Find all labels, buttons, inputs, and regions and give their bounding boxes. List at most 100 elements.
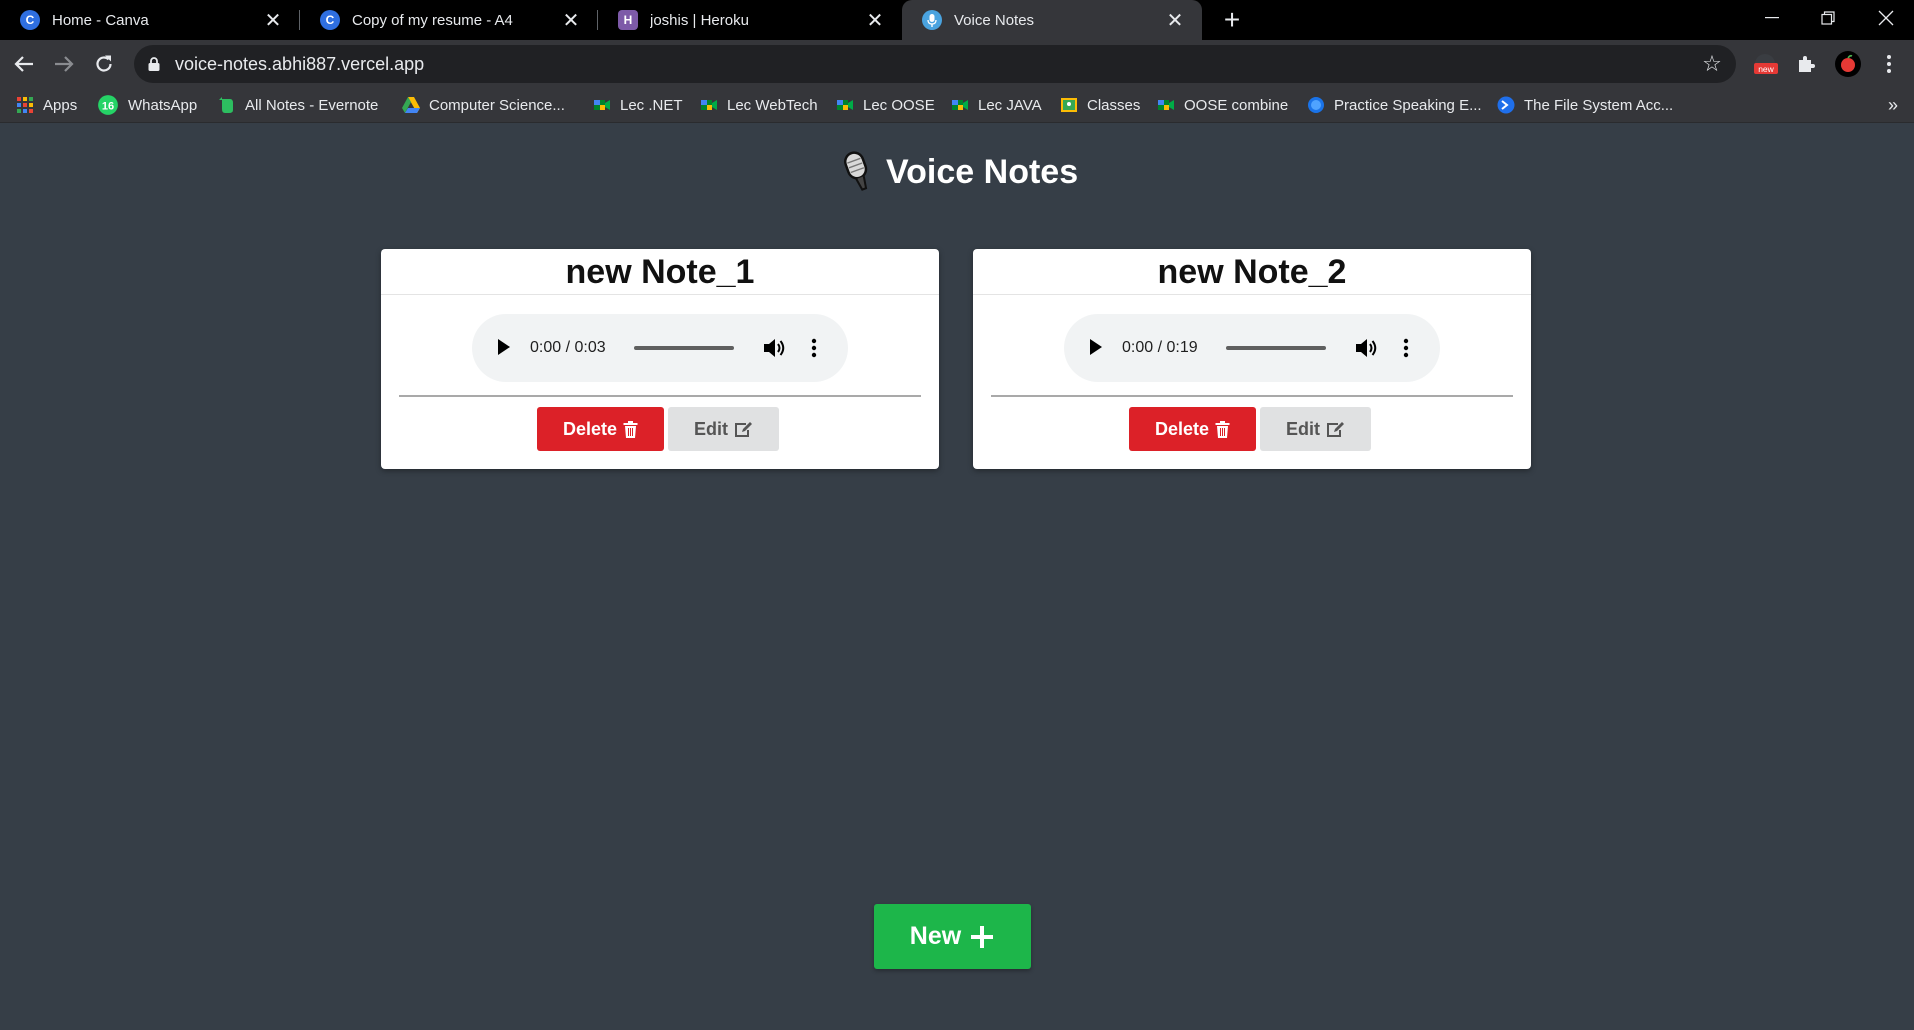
whatsapp-icon: 16 — [98, 95, 118, 115]
new-tab-plus-icon[interactable]: + — [1216, 4, 1248, 36]
play-icon[interactable] — [1090, 339, 1102, 355]
bookmark-label: The File System Acc... — [1524, 96, 1674, 114]
audio-time: 0:00 / 0:19 — [1122, 339, 1198, 356]
bookmark-lec-net[interactable]: Lec .NET — [593, 87, 683, 123]
edit-button[interactable]: Edit — [668, 407, 779, 451]
apps-grid-icon — [17, 97, 33, 113]
tab-home-canva[interactable]: C Home - Canva ✕ — [0, 0, 300, 40]
tab-title: Copy of my resume - A4 — [352, 11, 513, 29]
bookmark-computer-science[interactable]: Computer Science... — [402, 87, 565, 123]
bookmark-oose-combine[interactable]: OOSE combine — [1157, 87, 1288, 123]
trash-icon — [1215, 420, 1230, 438]
bookmark-label: All Notes - Evernote — [245, 96, 379, 114]
delete-button[interactable]: Delete — [537, 407, 664, 451]
close-icon[interactable]: ✕ — [862, 7, 888, 33]
microphone-icon — [843, 151, 868, 191]
extensions-puzzle-icon[interactable] — [1790, 48, 1822, 80]
bookmark-label: Lec WebTech — [727, 96, 818, 114]
edit-button[interactable]: Edit — [1260, 407, 1371, 451]
google-meet-icon — [837, 100, 853, 110]
profile-avatar[interactable] — [1832, 48, 1864, 80]
new-button-label: New — [909, 922, 962, 950]
note-title: new Note_2 — [973, 249, 1531, 295]
minimize-icon[interactable] — [1744, 0, 1800, 36]
tab-voice-notes[interactable]: Voice Notes ✕ — [902, 0, 1202, 40]
note-card: new Note_2 0:00 / 0:19 Delete Edit — [973, 249, 1531, 469]
heroku-icon: H — [618, 10, 638, 30]
bookmark-practice-speaking[interactable]: Practice Speaking E... — [1307, 87, 1482, 123]
note-title: new Note_1 — [381, 249, 939, 295]
url-text: voice-notes.abhi887.vercel.app — [175, 54, 425, 74]
audio-player: 0:00 / 0:03 — [472, 314, 848, 382]
forward-arrow-icon[interactable] — [46, 46, 82, 82]
bookmark-file-system[interactable]: The File System Acc... — [1497, 87, 1673, 123]
new-note-button[interactable]: New — [874, 904, 1031, 969]
volume-icon[interactable] — [762, 336, 788, 360]
terminal-icon — [1497, 96, 1515, 114]
edit-icon — [735, 421, 752, 437]
edit-icon — [1327, 421, 1344, 437]
more-options-icon[interactable] — [811, 336, 817, 360]
divider — [991, 395, 1513, 397]
back-arrow-icon[interactable] — [6, 46, 42, 82]
google-meet-icon — [952, 100, 968, 110]
audio-progress-slider[interactable] — [634, 346, 734, 350]
bookmark-lec-oose[interactable]: Lec OOSE — [836, 87, 935, 123]
bookmark-star-icon[interactable]: ☆ — [1696, 48, 1728, 80]
bookmark-label: Computer Science... — [429, 96, 565, 114]
restore-icon[interactable] — [1800, 0, 1856, 36]
canva-icon: C — [20, 10, 40, 30]
close-icon[interactable]: ✕ — [1162, 7, 1188, 33]
trash-icon — [623, 420, 638, 438]
page-title: Voice Notes — [840, 150, 1078, 194]
bookmark-apps[interactable]: Apps — [16, 87, 77, 123]
audio-time: 0:00 / 0:03 — [530, 339, 606, 356]
note-card: new Note_1 0:00 / 0:03 Delete Edit — [381, 249, 939, 469]
menu-kebab-icon[interactable] — [1874, 48, 1904, 80]
bookmark-label: OOSE combine — [1184, 96, 1289, 114]
canva-icon: C — [320, 10, 340, 30]
bookmark-lec-webtech[interactable]: Lec WebTech — [700, 87, 818, 123]
audio-player: 0:00 / 0:19 — [1064, 314, 1440, 382]
extension-new-icon[interactable]: new — [1748, 48, 1782, 80]
delete-label: Delete — [562, 418, 618, 439]
volume-icon[interactable] — [1354, 336, 1380, 360]
tab-resume[interactable]: C Copy of my resume - A4 ✕ — [300, 0, 598, 40]
bookmark-whatsapp[interactable]: 16 WhatsApp — [97, 87, 197, 123]
extension-badge: new — [1758, 64, 1774, 74]
more-bookmarks-chevron-icon[interactable]: » — [1888, 87, 1898, 123]
tab-title: joshis | Heroku — [650, 11, 749, 29]
whatsapp-badge: 16 — [102, 100, 114, 112]
bookmarks-bar: Apps 16 WhatsApp All Notes - Evernote Co… — [0, 87, 1914, 123]
audio-progress-slider[interactable] — [1226, 346, 1326, 350]
bookmark-label: Apps — [43, 96, 78, 114]
close-icon[interactable]: ✕ — [260, 7, 286, 33]
microphone-icon — [922, 10, 942, 30]
tab-title: Voice Notes — [954, 11, 1035, 29]
bookmark-evernote[interactable]: All Notes - Evernote — [218, 87, 378, 123]
address-bar[interactable]: voice-notes.abhi887.vercel.app ☆ — [134, 45, 1736, 83]
more-options-icon[interactable] — [1403, 336, 1409, 360]
google-meet-icon — [594, 100, 610, 110]
delete-button[interactable]: Delete — [1129, 407, 1256, 451]
google-drive-icon — [402, 97, 420, 113]
bookmark-label: Classes — [1087, 96, 1141, 114]
window-close-icon[interactable] — [1858, 0, 1914, 36]
play-icon[interactable] — [498, 339, 510, 355]
bookmark-label: Lec .NET — [620, 96, 683, 114]
tab-title: Home - Canva — [52, 11, 149, 29]
lock-icon — [148, 57, 160, 71]
bookmark-label: WhatsApp — [128, 96, 198, 114]
google-meet-icon — [1158, 100, 1174, 110]
google-meet-icon — [701, 100, 717, 110]
close-icon[interactable]: ✕ — [558, 7, 584, 33]
edit-label: Edit — [694, 418, 728, 439]
reload-icon[interactable] — [86, 46, 122, 82]
bookmark-lec-java[interactable]: Lec JAVA — [951, 87, 1042, 123]
google-classroom-icon — [1061, 98, 1077, 112]
tab-heroku[interactable]: H joshis | Heroku ✕ — [598, 0, 902, 40]
browser-toolbar: voice-notes.abhi887.vercel.app ☆ new — [0, 40, 1914, 87]
bookmark-classes[interactable]: Classes — [1060, 87, 1140, 123]
page-title-text: Voice Notes — [886, 152, 1079, 191]
evernote-icon — [219, 97, 233, 113]
